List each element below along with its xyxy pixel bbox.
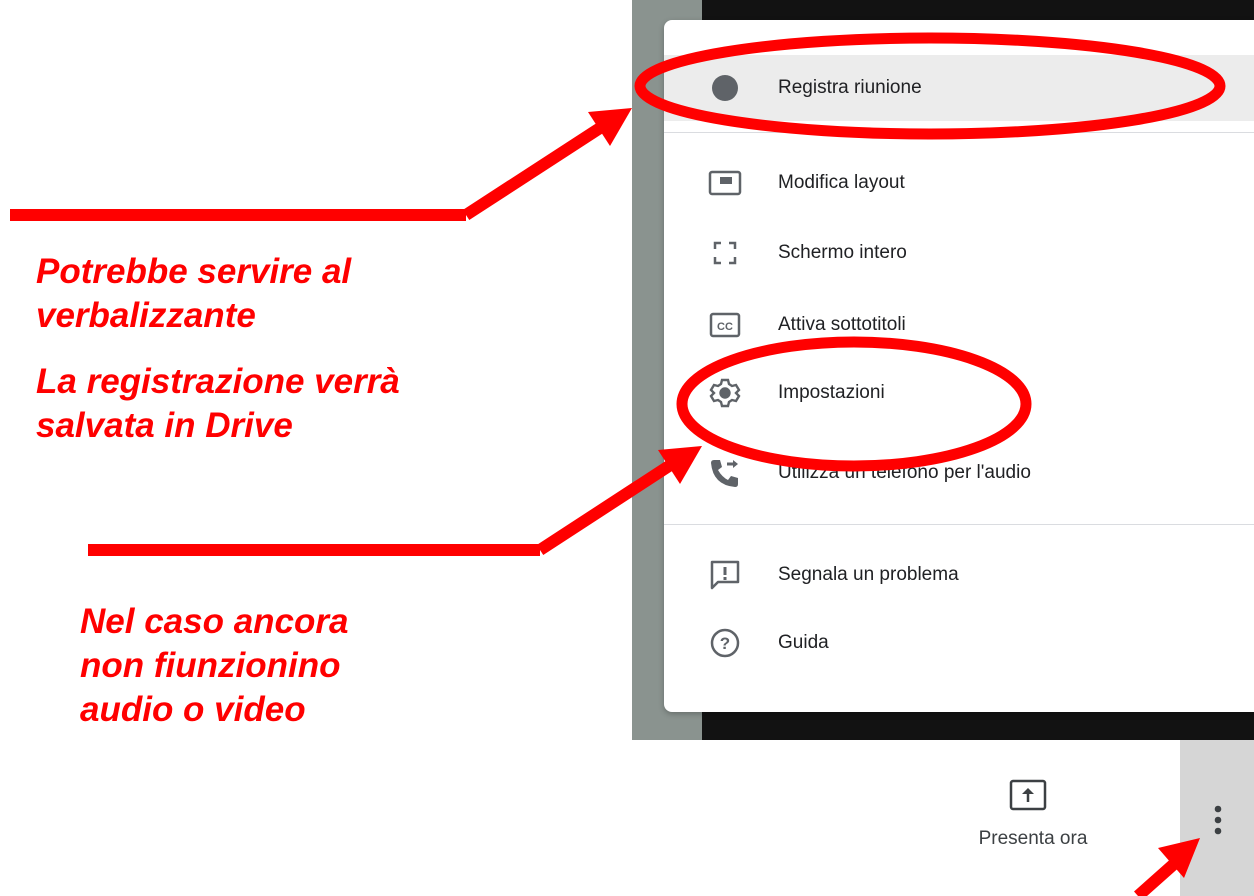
menu-divider	[664, 132, 1254, 133]
menu-item-label: Guida	[778, 632, 829, 653]
menu-item-record-meeting[interactable]: Registra riunione	[664, 55, 1254, 121]
fullscreen-icon	[708, 236, 742, 270]
menu-item-change-layout[interactable]: Modifica layout	[664, 150, 1254, 216]
phone-forward-icon	[708, 456, 742, 490]
menu-item-label: Attiva sottotitoli	[778, 314, 906, 335]
annotation-line: Nel caso ancora	[80, 602, 349, 641]
menu-item-label: Utilizza un telefono per l'audio	[778, 462, 1031, 483]
present-now-button[interactable]: Presenta ora	[948, 772, 1118, 868]
record-dot-icon	[708, 71, 742, 105]
annotation-arrow-record	[10, 108, 632, 221]
menu-item-report-problem[interactable]: Segnala un problema	[664, 542, 1254, 608]
annotation-line: audio o video	[80, 690, 306, 729]
more-options-button[interactable]	[1180, 740, 1254, 896]
annotation-line: La registrazione verrà	[36, 362, 400, 401]
menu-item-label: Impostazioni	[778, 382, 885, 403]
present-now-label: Presenta ora	[978, 828, 1088, 849]
menu-item-help[interactable]: ? Guida	[664, 610, 1254, 676]
more-vert-icon	[1212, 804, 1224, 843]
svg-text:?: ?	[720, 634, 730, 653]
menu-item-label: Modifica layout	[778, 172, 905, 193]
annotation-note-recording: Potrebbe servire al verbalizzante La reg…	[36, 250, 400, 448]
menu-divider	[664, 524, 1254, 525]
layout-icon	[708, 166, 742, 200]
menu-item-label: Registra riunione	[778, 77, 922, 98]
menu-item-settings[interactable]: Impostazioni	[664, 360, 1254, 426]
feedback-icon	[708, 558, 742, 592]
menu-item-captions[interactable]: CC Attiva sottotitoli	[664, 292, 1254, 358]
menu-item-label: Segnala un problema	[778, 564, 959, 585]
annotation-line: Potrebbe servire al	[36, 252, 352, 291]
help-icon: ?	[708, 626, 742, 660]
gear-icon	[708, 376, 742, 410]
svg-text:CC: CC	[717, 321, 733, 333]
more-options-menu: Registra riunione Modifica layout Scherm…	[664, 20, 1254, 712]
annotation-line: non fiunzionino	[80, 646, 341, 685]
menu-item-phone-audio[interactable]: Utilizza un telefono per l'audio	[664, 440, 1254, 506]
annotation-note-settings: Nel caso ancora non fiunzionino audio o …	[80, 600, 348, 732]
menu-item-label: Schermo intero	[778, 242, 907, 263]
present-screen-icon	[1008, 778, 1048, 817]
closed-captions-icon: CC	[708, 308, 742, 342]
annotation-line: salvata in Drive	[36, 406, 293, 445]
annotation-line: verbalizzante	[36, 296, 256, 335]
annotation-arrow-settings	[88, 446, 702, 556]
menu-item-fullscreen[interactable]: Schermo intero	[664, 220, 1254, 286]
